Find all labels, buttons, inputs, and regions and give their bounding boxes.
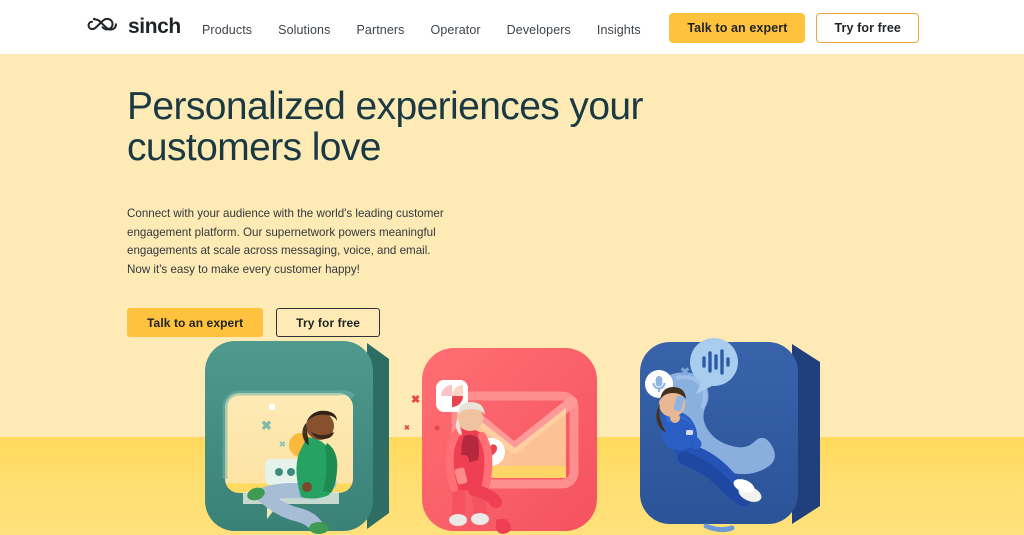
- messaging-chat-card: ✖ ✖: [203, 337, 395, 535]
- hero-try-for-free-button[interactable]: Try for free: [276, 308, 381, 337]
- header-actions: Talk to an expert Try for free: [669, 13, 919, 43]
- voice-phone-card: ✖: [632, 330, 828, 535]
- nav-item-insights[interactable]: Insights: [597, 23, 641, 37]
- header-try-for-free-button[interactable]: Try for free: [816, 13, 919, 43]
- nav-item-products[interactable]: Products: [202, 23, 252, 37]
- svg-text:✖: ✖: [279, 440, 286, 449]
- hero-cta-group: Talk to an expert Try for free: [127, 308, 707, 337]
- hero-talk-to-expert-button[interactable]: Talk to an expert: [127, 308, 264, 337]
- page-title: Personalized experiences your customers …: [127, 85, 644, 169]
- nav-item-developers[interactable]: Developers: [507, 23, 571, 37]
- hero-section: Personalized experiences your customers …: [0, 54, 1024, 535]
- nav-item-solutions[interactable]: Solutions: [278, 23, 330, 37]
- nav-item-partners[interactable]: Partners: [356, 23, 404, 37]
- site-logo[interactable]: sinch: [87, 16, 181, 37]
- sparkle-x-icon: ✖: [404, 425, 410, 432]
- sinch-homepage-hero: sinch Products Solutions Partners Operat…: [0, 0, 1024, 535]
- brand-name: sinch: [128, 15, 181, 38]
- hero-copy: Personalized experiences your customers …: [127, 85, 707, 337]
- sinch-infinity-logo-icon: [87, 17, 117, 31]
- email-envelope-card: [418, 344, 608, 535]
- svg-text:✖: ✖: [680, 365, 690, 379]
- site-header: sinch Products Solutions Partners Operat…: [0, 0, 1024, 54]
- header-talk-to-expert-button[interactable]: Talk to an expert: [669, 13, 806, 43]
- svg-text:✖: ✖: [261, 418, 272, 433]
- hero-subtitle: Connect with your audience with the worl…: [127, 206, 444, 277]
- main-navigation: Products Solutions Partners Operator Dev…: [202, 23, 641, 37]
- nav-item-operator[interactable]: Operator: [431, 23, 481, 37]
